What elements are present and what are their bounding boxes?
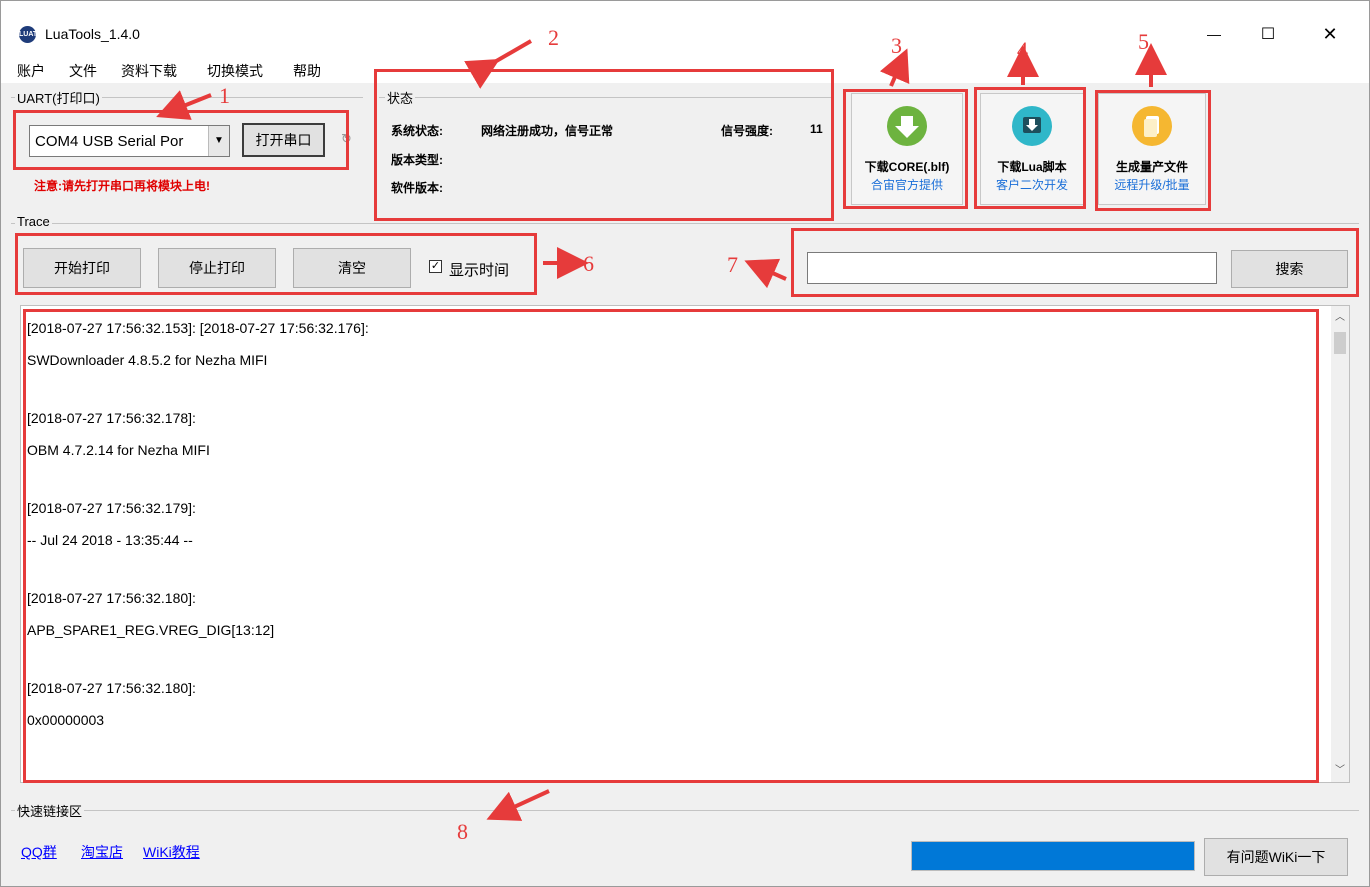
app-window: LUAT LuaTools_1.4.0 — ☐ ✕ 账户 文件 资料下载 切换模…: [0, 0, 1370, 887]
arrow-7: [744, 258, 787, 289]
annotation-arrows: [156, 39, 1167, 821]
arrow-1: [156, 90, 212, 120]
annotation-number-8: 8: [457, 819, 468, 844]
annotation-number-1: 1: [219, 83, 230, 108]
annotation-number-6: 6: [583, 251, 594, 276]
arrow-3: [879, 48, 910, 87]
annotation-number-2: 2: [548, 25, 559, 50]
annotation-number-5: 5: [1138, 29, 1149, 54]
arrow-8: [486, 789, 550, 821]
annotation-number-3: 3: [891, 33, 902, 58]
annotation-number-4: 4: [1017, 37, 1028, 62]
arrow-2: [464, 39, 533, 89]
annotation-number-7: 7: [727, 252, 738, 277]
